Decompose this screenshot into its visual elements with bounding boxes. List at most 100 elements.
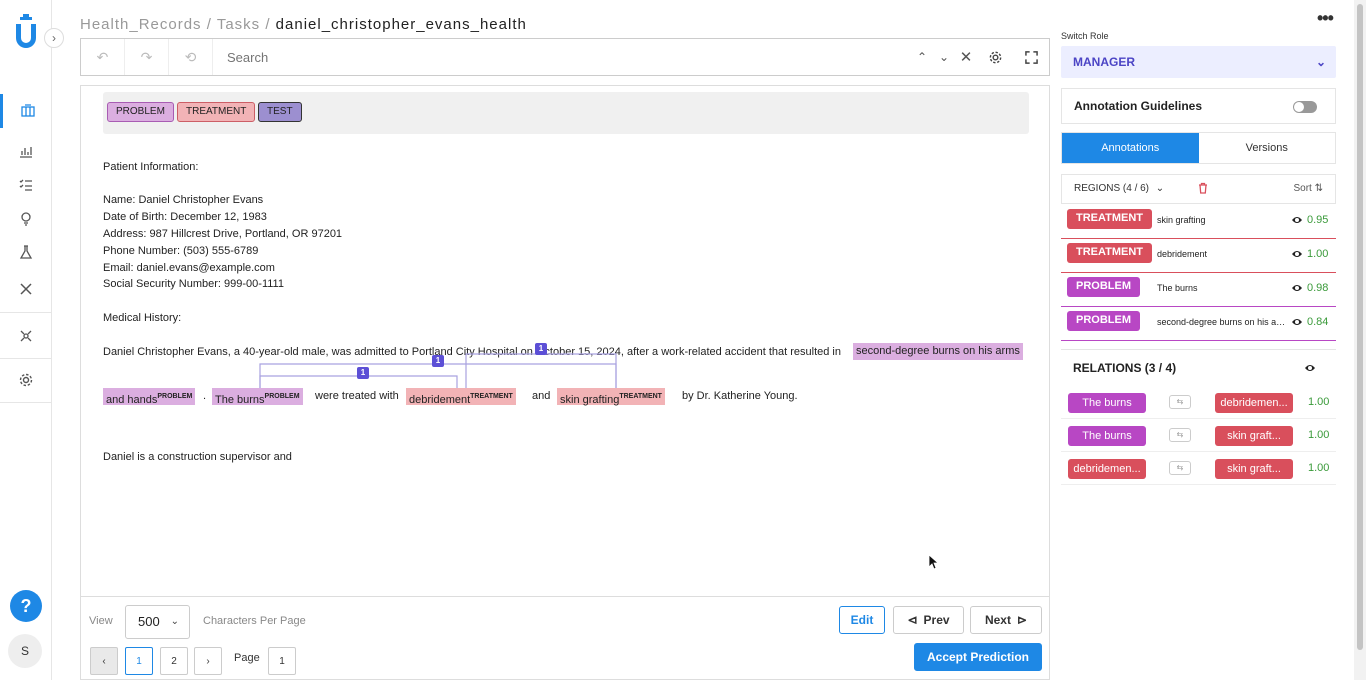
- page-input[interactable]: 1: [268, 647, 296, 675]
- link-icon[interactable]: ⇆: [1169, 461, 1191, 475]
- region-score: 0.98: [1307, 282, 1329, 294]
- entity-problem-burns-arms-cont[interactable]: and handsPROBLEM: [103, 388, 196, 406]
- relations-header: RELATIONS (3 / 4): [1061, 349, 1336, 385]
- guidelines-toggle[interactable]: [1293, 101, 1317, 113]
- region-tag: TREATMENT: [1067, 209, 1153, 229]
- help-icon[interactable]: ?: [10, 590, 42, 622]
- mouse-cursor-icon: [928, 554, 938, 570]
- period: .: [203, 390, 207, 402]
- panel-tabs: Annotations Versions: [1061, 132, 1336, 164]
- region-row[interactable]: TREATMENT debridement 1.00: [1061, 239, 1336, 273]
- analytics-icon[interactable]: [0, 134, 52, 168]
- search-input[interactable]: [213, 42, 911, 72]
- sort-label: Sort: [1293, 183, 1312, 194]
- relation-arrows: [259, 353, 617, 388]
- app-logo-icon[interactable]: [14, 14, 38, 50]
- eye-icon[interactable]: [1291, 283, 1303, 293]
- relation-row[interactable]: The burns ⇆ debridemen... 1.00: [1061, 387, 1336, 419]
- eye-icon[interactable]: [1291, 249, 1303, 259]
- annotation-guidelines: Annotation Guidelines: [1061, 88, 1336, 124]
- expand-rail-chevron-icon[interactable]: ›: [44, 28, 64, 48]
- breadcrumb-project[interactable]: Health_Records /: [80, 16, 212, 33]
- sort-button[interactable]: Sort ⇅: [1293, 175, 1323, 203]
- tab-annotations[interactable]: Annotations: [1062, 133, 1199, 163]
- link-icon[interactable]: ⇆: [1169, 428, 1191, 442]
- projects-icon[interactable]: [0, 94, 52, 128]
- region-row[interactable]: PROBLEM second-degree burns on his arms a…: [1061, 307, 1336, 341]
- relation-from[interactable]: debridemen...: [1068, 459, 1146, 479]
- regions-count[interactable]: REGIONS (4 / 6): [1074, 183, 1149, 194]
- entity-problem-burns-arms[interactable]: second-degree burns on his arms: [853, 343, 1023, 360]
- region-text: skin grafting: [1157, 215, 1206, 225]
- relation-badge[interactable]: 1: [357, 367, 369, 379]
- lab-flask-icon[interactable]: [0, 235, 52, 269]
- page-scrollbar[interactable]: [1354, 0, 1366, 680]
- label-treatment[interactable]: TREATMENT: [177, 102, 256, 122]
- page-prev-chevron-icon[interactable]: ‹: [90, 647, 118, 675]
- eye-icon[interactable]: [1291, 317, 1303, 327]
- region-row[interactable]: TREATMENT skin grafting 0.95: [1061, 205, 1336, 239]
- prev-button[interactable]: ⊲ Prev: [893, 606, 964, 634]
- entity-treatment-skin-grafting[interactable]: skin graftingTREATMENT: [557, 388, 665, 406]
- region-tag: PROBLEM: [1067, 311, 1140, 331]
- entity-text: skin grafting: [560, 394, 620, 406]
- prev-label: Prev: [923, 613, 950, 627]
- region-tag: PROBLEM: [1067, 277, 1140, 297]
- tab-versions[interactable]: Versions: [1199, 133, 1336, 163]
- eye-icon[interactable]: [1291, 215, 1303, 225]
- entity-treatment-debridement[interactable]: debridementTREATMENT: [406, 388, 516, 406]
- settings-gear-icon[interactable]: [0, 363, 52, 397]
- page-button-2[interactable]: 2: [160, 647, 188, 675]
- settings-gear-icon[interactable]: [977, 50, 1013, 65]
- label-test[interactable]: TEST: [258, 102, 302, 122]
- entity-problem-the-burns[interactable]: The burnsPROBLEM: [212, 388, 303, 406]
- redo-icon[interactable]: ↷: [125, 39, 169, 75]
- search-next-chevron-icon[interactable]: ⌄: [933, 50, 955, 64]
- search-prev-chevron-icon[interactable]: ⌃: [911, 50, 933, 64]
- relation-row[interactable]: debridemen... ⇆ skin graft... 1.00: [1061, 453, 1336, 485]
- eye-icon[interactable]: [1304, 363, 1316, 373]
- relation-row[interactable]: The burns ⇆ skin graft... 1.00: [1061, 420, 1336, 452]
- patient-ssn: Social Security Number: 999-00-1111: [103, 278, 284, 290]
- undo-icon[interactable]: ↶: [81, 39, 125, 75]
- next-button[interactable]: Next ⊳: [970, 606, 1042, 634]
- relation-from[interactable]: The burns: [1068, 393, 1146, 413]
- page-button-1[interactable]: 1: [125, 647, 153, 675]
- entity-tag: TREATMENT: [619, 393, 662, 400]
- models-icon[interactable]: [0, 201, 52, 235]
- tasks-icon[interactable]: [0, 168, 52, 202]
- relation-to[interactable]: skin graft...: [1215, 459, 1293, 479]
- hub-icon[interactable]: [0, 319, 52, 353]
- relation-to[interactable]: debridemen...: [1215, 393, 1293, 413]
- region-score: 0.95: [1307, 214, 1329, 226]
- chars-per-page-select[interactable]: 500 ⌄: [125, 605, 190, 639]
- relation-to[interactable]: skin graft...: [1215, 426, 1293, 446]
- relation-from[interactable]: The burns: [1068, 426, 1146, 446]
- delete-trash-icon[interactable]: [1198, 182, 1208, 194]
- patient-info-heading: Patient Information:: [103, 161, 199, 173]
- chevron-down-icon: ⌄: [170, 616, 179, 627]
- accept-prediction-button[interactable]: Accept Prediction: [914, 643, 1042, 671]
- patient-email: Email: daniel.evans@example.com: [103, 262, 275, 274]
- tools-icon[interactable]: [0, 272, 52, 306]
- region-row[interactable]: PROBLEM The burns 0.98: [1061, 273, 1336, 307]
- role-select[interactable]: MANAGER ⌄: [1061, 46, 1336, 78]
- user-avatar[interactable]: S: [8, 634, 42, 668]
- editor-footer: View 500 ⌄ Characters Per Page Edit ⊲ Pr…: [80, 596, 1050, 680]
- label-problem[interactable]: PROBLEM: [107, 102, 174, 122]
- link-icon[interactable]: ⇆: [1169, 395, 1191, 409]
- medical-history-heading: Medical History:: [103, 312, 182, 324]
- document-editor: PROBLEM TREATMENT TEST Patient Informati…: [80, 85, 1050, 597]
- breadcrumb-tasks[interactable]: Tasks /: [217, 16, 271, 33]
- relation-badge[interactable]: 1: [535, 343, 547, 355]
- search-clear-close-icon[interactable]: ✕: [955, 48, 977, 66]
- region-text: The burns: [1157, 283, 1198, 293]
- entity-tag: TREATMENT: [470, 393, 513, 400]
- chevron-down-icon[interactable]: ⌄: [1156, 183, 1164, 194]
- more-options-icon[interactable]: •••: [1317, 8, 1334, 29]
- reset-icon[interactable]: ⟲: [169, 39, 213, 75]
- fullscreen-icon[interactable]: [1013, 50, 1049, 64]
- edit-button[interactable]: Edit: [839, 606, 885, 634]
- relation-badge[interactable]: 1: [432, 355, 444, 367]
- page-next-chevron-icon[interactable]: ›: [194, 647, 222, 675]
